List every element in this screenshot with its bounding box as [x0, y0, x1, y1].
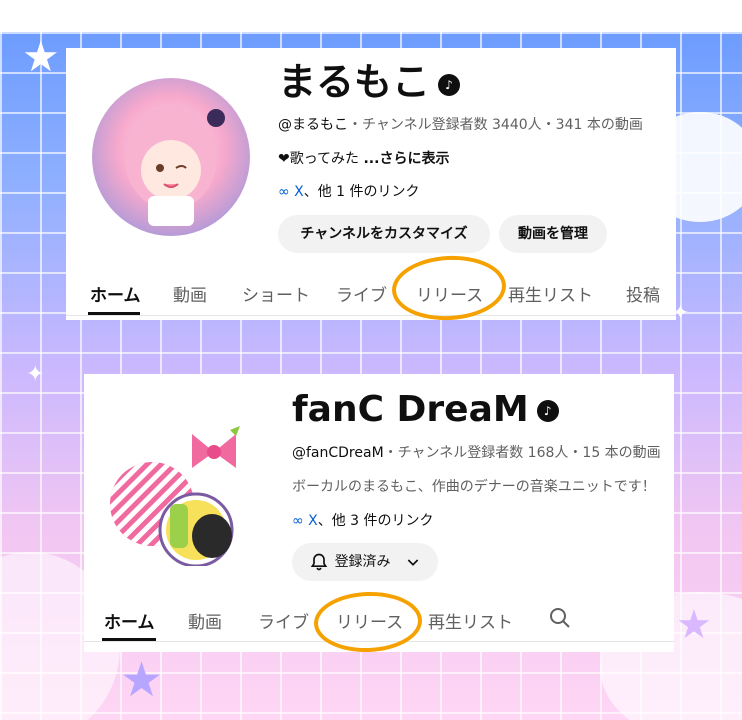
- tab-live[interactable]: ライブ: [336, 281, 387, 306]
- description-text: ❤歌ってみた: [278, 151, 360, 167]
- star-shape: ✦: [26, 362, 45, 387]
- tab-home[interactable]: ホーム: [90, 281, 141, 306]
- fanc-logo-illustration: [110, 426, 240, 568]
- subscribed-label: 登録済み: [334, 554, 391, 570]
- star-shape: ★: [120, 652, 164, 708]
- more-links-text[interactable]: 、他 3 件のリンク: [318, 513, 434, 529]
- tabs-divider: [66, 315, 676, 316]
- tab-live[interactable]: ライブ: [258, 608, 309, 633]
- channel-meta: @fanCDreaM・チャンネル登録者数 168人・15 本の動画: [292, 442, 661, 462]
- channel-links[interactable]: ∞ X、他 3 件のリンク: [292, 510, 434, 530]
- anime-girl-illustration: [125, 106, 225, 226]
- channel-stats: ・チャンネル登録者数 3440人・341 本の動画: [348, 117, 643, 133]
- customize-channel-button[interactable]: チャンネルをカスタマイズ: [278, 215, 490, 253]
- bell-icon: [310, 553, 327, 571]
- chevron-down-icon: [408, 559, 419, 566]
- channel-avatar: [104, 426, 244, 568]
- channel-links[interactable]: ∞ X、他 1 件のリンク: [278, 181, 420, 201]
- more-link[interactable]: ...さらに表示: [363, 151, 449, 167]
- channel-description[interactable]: ❤歌ってみた ...さらに表示: [278, 148, 449, 168]
- x-link[interactable]: X: [294, 184, 304, 200]
- star-shape: ★: [676, 602, 712, 648]
- channel-meta: @まるもこ・チャンネル登録者数 3440人・341 本の動画: [278, 114, 643, 134]
- channel-description[interactable]: ボーカルのまるもこ、作曲のデナーの音楽ユニットです！: [292, 476, 674, 496]
- tab-home[interactable]: ホーム: [104, 608, 155, 633]
- channel-handle: @まるもこ: [278, 117, 348, 133]
- channel-name-text: fanC DreaM: [292, 389, 529, 430]
- subscribed-button[interactable]: 登録済み: [292, 543, 438, 581]
- tab-videos[interactable]: 動画: [173, 281, 207, 306]
- search-icon-svg: [550, 608, 570, 628]
- tab-posts[interactable]: 投稿: [626, 281, 660, 306]
- search-icon[interactable]: [548, 606, 572, 635]
- x-link[interactable]: X: [308, 513, 318, 529]
- verified-music-icon: ♪: [536, 400, 559, 422]
- tab-videos[interactable]: 動画: [188, 608, 222, 633]
- link-icon: ∞: [278, 184, 290, 200]
- channel-stats: ・チャンネル登録者数 168人・15 本の動画: [383, 445, 661, 461]
- tab-shorts[interactable]: ショート: [242, 281, 310, 306]
- link-icon: ∞: [292, 513, 304, 529]
- tab-playlists[interactable]: 再生リスト: [508, 281, 593, 306]
- channel-avatar: [92, 78, 250, 236]
- tab-playlists[interactable]: 再生リスト: [428, 608, 513, 633]
- star-shape: ★: [22, 32, 60, 81]
- verified-music-icon: ♪: [438, 73, 461, 96]
- channel-header-marumoko: まるもこ ♪ @まるもこ・チャンネル登録者数 3440人・341 本の動画 ❤歌っ…: [66, 48, 676, 320]
- channel-name: fanC DreaM ♪: [292, 388, 559, 432]
- more-links-text[interactable]: 、他 1 件のリンク: [304, 184, 420, 200]
- channel-tabs: ホーム 動画 ショート ライブ リリース 再生リスト 投稿: [66, 281, 676, 311]
- channel-name-text: まるもこ: [278, 60, 431, 104]
- manage-videos-button[interactable]: 動画を管理: [499, 215, 607, 253]
- channel-name: まるもこ ♪: [278, 60, 461, 104]
- channel-handle: @fanCDreaM: [292, 445, 384, 461]
